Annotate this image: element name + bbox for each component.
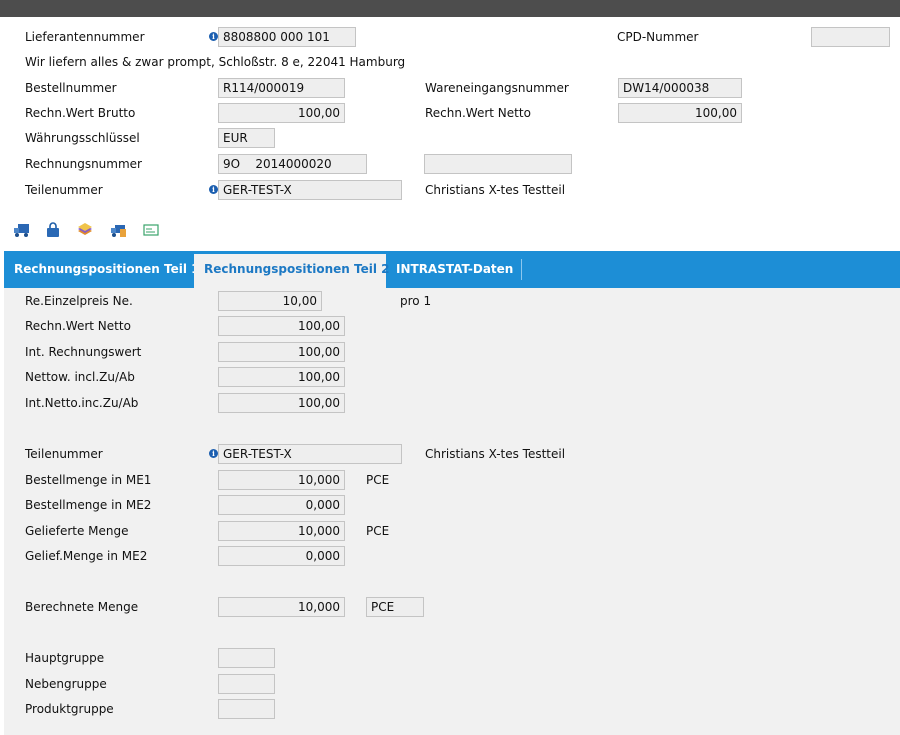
part-description-text: Christians X-tes Testteil [425,183,566,197]
currency-label: Währungsschlüssel [25,131,140,145]
shopping-bag-icon[interactable] [45,222,61,238]
invoice-net-label: Rechn.Wert Netto [425,106,531,120]
tab-bar: Rechnungspositionen Teil 1 Rechnungsposi… [4,251,900,288]
calculated-qty-label: Berechnete Menge [25,600,139,614]
info-icon[interactable]: i [209,449,218,458]
delivered-qty-me2-field[interactable]: 0,000 [218,546,345,566]
net-value-label: Rechn.Wert Netto [25,319,131,333]
invoice-extra-field[interactable] [424,154,572,174]
tab-invoice-items-part-2[interactable]: Rechnungspositionen Teil 2 [194,251,389,288]
int-invoice-value-label: Int. Rechnungswert [25,345,142,359]
cpd-number-label: CPD-Nummer [617,30,699,44]
tab-divider [521,259,522,280]
order-qty-me1-field[interactable]: 10,000 [218,470,345,490]
delivered-qty-label: Gelieferte Menge [25,524,129,538]
part-number-label: Teilenummer [25,447,103,461]
calculated-qty-unit-field[interactable]: PCE [366,597,424,617]
truck-document-icon[interactable] [111,222,127,238]
goods-receipt-label: Wareneingangsnummer [425,81,569,95]
delivered-qty-field[interactable]: 10,000 [218,521,345,541]
unit-price-label: Re.Einzelpreis Ne. [25,294,133,308]
truck-icon[interactable] [14,222,30,238]
unit-price-per-text: pro 1 [400,294,432,308]
int-net-incl-label: Int.Netto.inc.Zu/Ab [25,396,139,410]
order-number-field[interactable]: R114/000019 [218,78,345,98]
info-icon[interactable]: i [209,32,218,41]
invoice-gross-label: Rechn.Wert Brutto [25,106,136,120]
product-group-field[interactable] [218,699,275,719]
order-qty-me2-field[interactable]: 0,000 [218,495,345,515]
int-invoice-value-field[interactable]: 100,00 [218,342,345,362]
order-number-label: Bestellnummer [25,81,117,95]
tab-intrastat-data[interactable]: INTRASTAT-Daten [386,251,523,288]
invoice-gross-field[interactable]: 100,00 [218,103,345,123]
supplier-address-text: Wir liefern alles & zwar prompt, Schloßs… [25,55,406,69]
stack-icon[interactable] [77,222,93,238]
unit-price-field[interactable]: 10,00 [218,291,322,311]
info-icon[interactable]: i [209,185,218,194]
part-description-text: Christians X-tes Testteil [425,447,566,461]
invoice-number-label: Rechnungsnummer [25,157,142,171]
cpd-number-field[interactable] [811,27,890,47]
supplier-number-field[interactable]: 8808800 000 101 [218,27,356,47]
card-icon[interactable] [143,222,159,238]
net-incl-field[interactable]: 100,00 [218,367,345,387]
sub-group-field[interactable] [218,674,275,694]
delivered-qty-me2-label: Gelief.Menge in ME2 [25,549,148,563]
invoice-number-field[interactable]: 9O 2014000020 [218,154,367,174]
sub-group-label: Nebengruppe [25,677,107,691]
window-top-bar [0,0,900,17]
delivered-qty-unit: PCE [366,524,390,538]
main-group-label: Hauptgruppe [25,651,105,665]
order-qty-me2-label: Bestellmenge in ME2 [25,498,152,512]
order-qty-me1-label: Bestellmenge in ME1 [25,473,152,487]
net-value-field[interactable]: 100,00 [218,316,345,336]
net-incl-label: Nettow. incl.Zu/Ab [25,370,135,384]
part-number-field[interactable]: GER-TEST-X [218,180,402,200]
order-qty-me1-unit: PCE [366,473,390,487]
currency-field[interactable]: EUR [218,128,275,148]
product-group-label: Produktgruppe [25,702,114,716]
tab-invoice-items-part-1[interactable]: Rechnungspositionen Teil 1 [4,251,209,288]
int-net-incl-field[interactable]: 100,00 [218,393,345,413]
goods-receipt-field[interactable]: DW14/000038 [618,78,742,98]
main-group-field[interactable] [218,648,275,668]
part-number-label: Teilenummer [25,183,103,197]
invoice-net-field[interactable]: 100,00 [618,103,742,123]
part-number-field[interactable]: GER-TEST-X [218,444,402,464]
supplier-number-label: Lieferantennummer [25,30,145,44]
calculated-qty-field[interactable]: 10,000 [218,597,345,617]
